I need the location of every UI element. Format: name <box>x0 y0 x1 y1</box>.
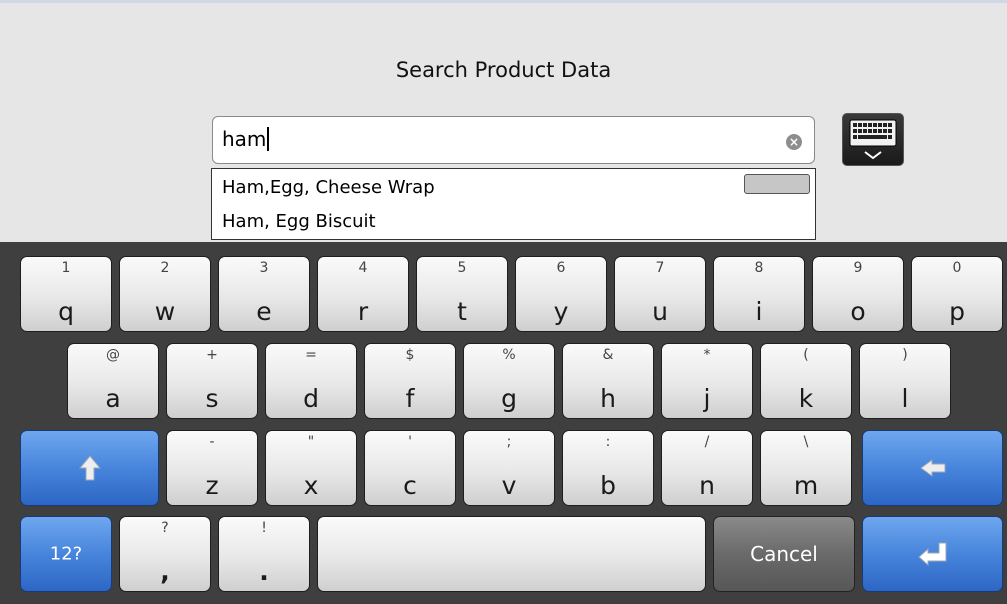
on-screen-keyboard: 1q 2w 3e 4r 5t 6y 7u 8i 9o 0p @ a + s = d $… <box>0 242 1007 604</box>
key-c[interactable]: ' c <box>364 430 456 506</box>
key-b[interactable]: :b <box>562 430 654 506</box>
text-caret <box>267 127 270 151</box>
key-h[interactable]: & h <box>562 343 654 419</box>
key-d[interactable]: = d <box>265 343 357 419</box>
key-l[interactable]: ) l <box>859 343 951 419</box>
top-border <box>0 0 1007 3</box>
key-e[interactable]: 3e <box>218 256 310 332</box>
enter-key[interactable] <box>862 516 1003 592</box>
key-r[interactable]: 4r <box>317 256 409 332</box>
shift-arrow-icon <box>78 455 101 481</box>
key-u[interactable]: 7u <box>614 256 706 332</box>
key-m[interactable]: \ m <box>760 430 852 506</box>
key-t[interactable]: 5t <box>416 256 508 332</box>
search-input-value: ham <box>222 127 267 151</box>
key-g[interactable]: % g <box>463 343 555 419</box>
key-y[interactable]: 6y <box>515 256 607 332</box>
search-input[interactable]: ham × <box>212 116 815 164</box>
key-n[interactable]: / n <box>661 430 753 506</box>
key-v[interactable]: ; v <box>463 430 555 506</box>
key-w[interactable]: 2w <box>119 256 211 332</box>
suggestion-scrollbar[interactable] <box>744 174 810 194</box>
key-f[interactable]: $ f <box>364 343 456 419</box>
keyboard-toggle-button[interactable] <box>842 113 904 166</box>
suggestion-list: Ham,Egg, Cheese Wrap Ham, Egg Biscuit <box>211 168 816 240</box>
enter-return-icon <box>917 542 946 567</box>
key-x[interactable]: " x <box>265 430 357 506</box>
shift-key[interactable] <box>20 430 159 506</box>
backspace-arrow-icon <box>919 459 945 477</box>
key-comma[interactable]: ?, <box>119 516 211 592</box>
keyboard-hide-icon <box>849 119 897 160</box>
numbers-mode-key[interactable]: 12? <box>20 516 112 592</box>
key-s[interactable]: + s <box>166 343 258 419</box>
key-period[interactable]: !. <box>218 516 310 592</box>
key-p[interactable]: 0p <box>911 256 1003 332</box>
page-title: Search Product Data <box>395 58 612 82</box>
clear-icon[interactable]: × <box>786 134 802 150</box>
key-j[interactable]: * j <box>661 343 753 419</box>
key-a[interactable]: @ a <box>67 343 159 419</box>
suggestion-item[interactable]: Ham,Egg, Cheese Wrap <box>222 177 435 198</box>
key-q[interactable]: 1q <box>20 256 112 332</box>
backspace-key[interactable] <box>862 430 1003 506</box>
key-o[interactable]: 9o <box>812 256 904 332</box>
key-k[interactable]: (k <box>760 343 852 419</box>
key-z[interactable]: -z <box>166 430 258 506</box>
key-i[interactable]: 8i <box>713 256 805 332</box>
space-key[interactable] <box>317 516 706 592</box>
suggestion-item[interactable]: Ham, Egg Biscuit <box>222 211 376 232</box>
cancel-button[interactable]: Cancel <box>713 516 855 592</box>
